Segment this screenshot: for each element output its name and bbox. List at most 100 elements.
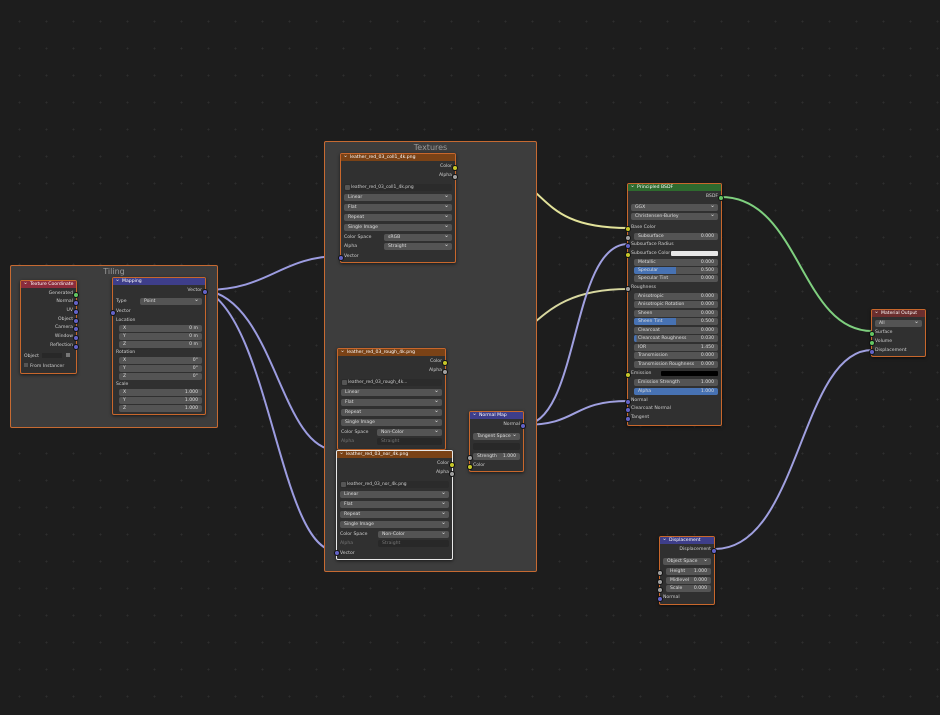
socket[interactable] [202, 289, 208, 295]
extension-dropdown[interactable]: Repeat [341, 407, 442, 416]
image-name[interactable]: leather_red_03_rough_4k... [348, 380, 407, 385]
location-z[interactable]: Z0 m [119, 341, 202, 348]
colorspace-dropdown[interactable]: Non-Color [378, 529, 449, 538]
clearcoat-field[interactable]: Clearcoat 0.000 [634, 327, 718, 334]
socket[interactable] [452, 165, 458, 171]
projection-dropdown[interactable]: Flat [344, 202, 452, 211]
target-dropdown[interactable]: All [875, 318, 922, 327]
socket[interactable] [625, 286, 631, 292]
node-header[interactable]: Texture Coordinate [21, 281, 76, 288]
socket[interactable] [73, 344, 79, 350]
socket[interactable] [869, 331, 875, 337]
alpha-field[interactable]: Alpha 1.000 [634, 388, 718, 395]
transmission-roughness-field[interactable]: Transmission Roughness 0.000 [634, 361, 718, 368]
rotation-x[interactable]: X 0° [119, 357, 202, 364]
source-dropdown[interactable]: Single Image [341, 417, 442, 426]
node-header[interactable]: Normal Map [470, 412, 523, 419]
sheen-field[interactable]: Sheen 0.000 [634, 310, 718, 317]
specular-tint-field[interactable]: Specular Tint 0.000 [634, 275, 718, 282]
interpolation-dropdown[interactable]: Linear [341, 387, 442, 396]
subsurface-field[interactable]: Subsurface 0.000 [634, 233, 718, 240]
node-header[interactable]: Mapping [113, 278, 205, 285]
node-header[interactable]: leather_red_03_nor_4k.png [337, 451, 452, 458]
socket[interactable] [869, 349, 875, 355]
image-name[interactable]: leather_red_03_nor_4k.png [347, 482, 407, 487]
extension-dropdown[interactable]: Repeat [340, 509, 449, 518]
uv-map-field[interactable] [473, 443, 520, 450]
socket[interactable] [625, 407, 631, 413]
eyedropper-icon[interactable] [65, 353, 70, 357]
specular-field[interactable]: Specular 0.500 [634, 267, 718, 274]
subsurface-method-dropdown[interactable]: Christensen-Burley [631, 211, 718, 220]
image-selector[interactable]: leather_red_03_rough_4k... [341, 379, 442, 386]
midlevel-field[interactable]: Midlevel 0.000 [666, 577, 711, 584]
node-header[interactable]: Principled BSDF [628, 184, 721, 191]
projection-dropdown[interactable]: Flat [340, 499, 449, 508]
socket[interactable] [625, 399, 631, 405]
emission-strength-field[interactable]: Emission Strength 1.000 [634, 379, 718, 386]
socket[interactable] [73, 292, 79, 298]
scale-y[interactable]: Y 1.000 [119, 397, 202, 404]
strength-field[interactable]: Strength 1.000 [473, 453, 520, 460]
height-field[interactable]: Height 1.000 [666, 568, 711, 575]
socket[interactable] [625, 252, 631, 258]
source-dropdown[interactable]: Single Image [344, 222, 452, 231]
interpolation-dropdown[interactable]: Linear [340, 489, 449, 498]
alpha-dropdown[interactable]: Straight [378, 540, 449, 547]
socket[interactable] [73, 300, 79, 306]
projection-dropdown[interactable]: Flat [341, 397, 442, 406]
emission-color-swatch[interactable] [661, 371, 718, 376]
node-header[interactable]: Material Output [872, 310, 925, 317]
socket[interactable] [467, 464, 473, 470]
node-header[interactable]: leather_red_03_coll1_4k.png [341, 154, 455, 161]
node-header[interactable]: leather_red_03_rough_4k.png [338, 349, 445, 356]
socket[interactable] [449, 471, 455, 477]
socket[interactable] [625, 243, 631, 249]
socket[interactable] [657, 587, 663, 593]
sheen-tint-field[interactable]: Sheen Tint 0.500 [634, 318, 718, 325]
node-normal-map[interactable]: Normal Map Normal Tangent Space Strength… [467, 411, 526, 472]
scale-z[interactable]: Z 1.000 [119, 405, 202, 412]
socket[interactable] [657, 570, 663, 576]
rotation-z[interactable]: Z 0° [119, 373, 202, 380]
space-dropdown[interactable]: Tangent Space [473, 431, 520, 440]
from-instancer-checkbox[interactable]: From Instancer [24, 363, 73, 370]
socket[interactable] [657, 596, 663, 602]
node-material-output[interactable]: Material Output All Surface Volume Displ… [869, 309, 926, 357]
socket[interactable] [467, 455, 473, 461]
alpha-dropdown[interactable]: Straight [377, 438, 442, 445]
socket[interactable] [442, 369, 448, 375]
socket[interactable] [73, 309, 79, 315]
socket[interactable] [449, 462, 455, 468]
anisotropic-rotation-field[interactable]: Anisotropic Rotation 0.000 [634, 301, 718, 308]
ior-field[interactable]: IOR 1.450 [634, 344, 718, 351]
type-dropdown[interactable]: Point [140, 296, 202, 305]
source-dropdown[interactable]: Single Image [340, 519, 449, 528]
node-texture-coordinate[interactable]: Texture Coordinate Generated Normal UV O… [20, 280, 79, 374]
socket[interactable] [110, 310, 116, 316]
socket[interactable] [625, 372, 631, 378]
socket[interactable] [73, 326, 79, 332]
image-name[interactable]: leather_red_03_coll1_4k.png [351, 185, 414, 190]
socket[interactable] [625, 226, 631, 232]
socket[interactable] [338, 255, 344, 261]
node-principled-bsdf[interactable]: Principled BSDF BSDF GGX Christensen-Bur… [625, 183, 724, 426]
clearcoat-roughness-field[interactable]: Clearcoat Roughness 0.030 [634, 335, 718, 342]
object-picker[interactable] [42, 353, 63, 358]
node-image-texture-roughness[interactable]: leather_red_03_rough_4k.png Color Alpha … [337, 348, 448, 450]
node-image-texture-normal[interactable]: leather_red_03_nor_4k.png Color Alpha le… [334, 450, 455, 560]
anisotropic-field[interactable]: Anisotropic 0.000 [634, 293, 718, 300]
socket[interactable] [334, 550, 340, 556]
node-header[interactable]: Displacement [660, 537, 714, 544]
socket[interactable] [520, 423, 526, 429]
image-selector[interactable]: leather_red_03_coll1_4k.png [344, 184, 452, 191]
subsurface-color-swatch[interactable] [671, 251, 718, 256]
transmission-field[interactable]: Transmission 0.000 [634, 352, 718, 359]
rotation-y[interactable]: Y 0° [119, 365, 202, 372]
node-displacement[interactable]: Displacement Displacement Object Space H… [657, 536, 717, 605]
location-x[interactable]: X0 m [119, 325, 202, 332]
node-image-texture-color[interactable]: leather_red_03_coll1_4k.png Color Alpha … [338, 153, 458, 263]
metallic-field[interactable]: Metallic 0.000 [634, 259, 718, 266]
socket[interactable] [711, 548, 717, 554]
location-y[interactable]: Y0 m [119, 333, 202, 340]
